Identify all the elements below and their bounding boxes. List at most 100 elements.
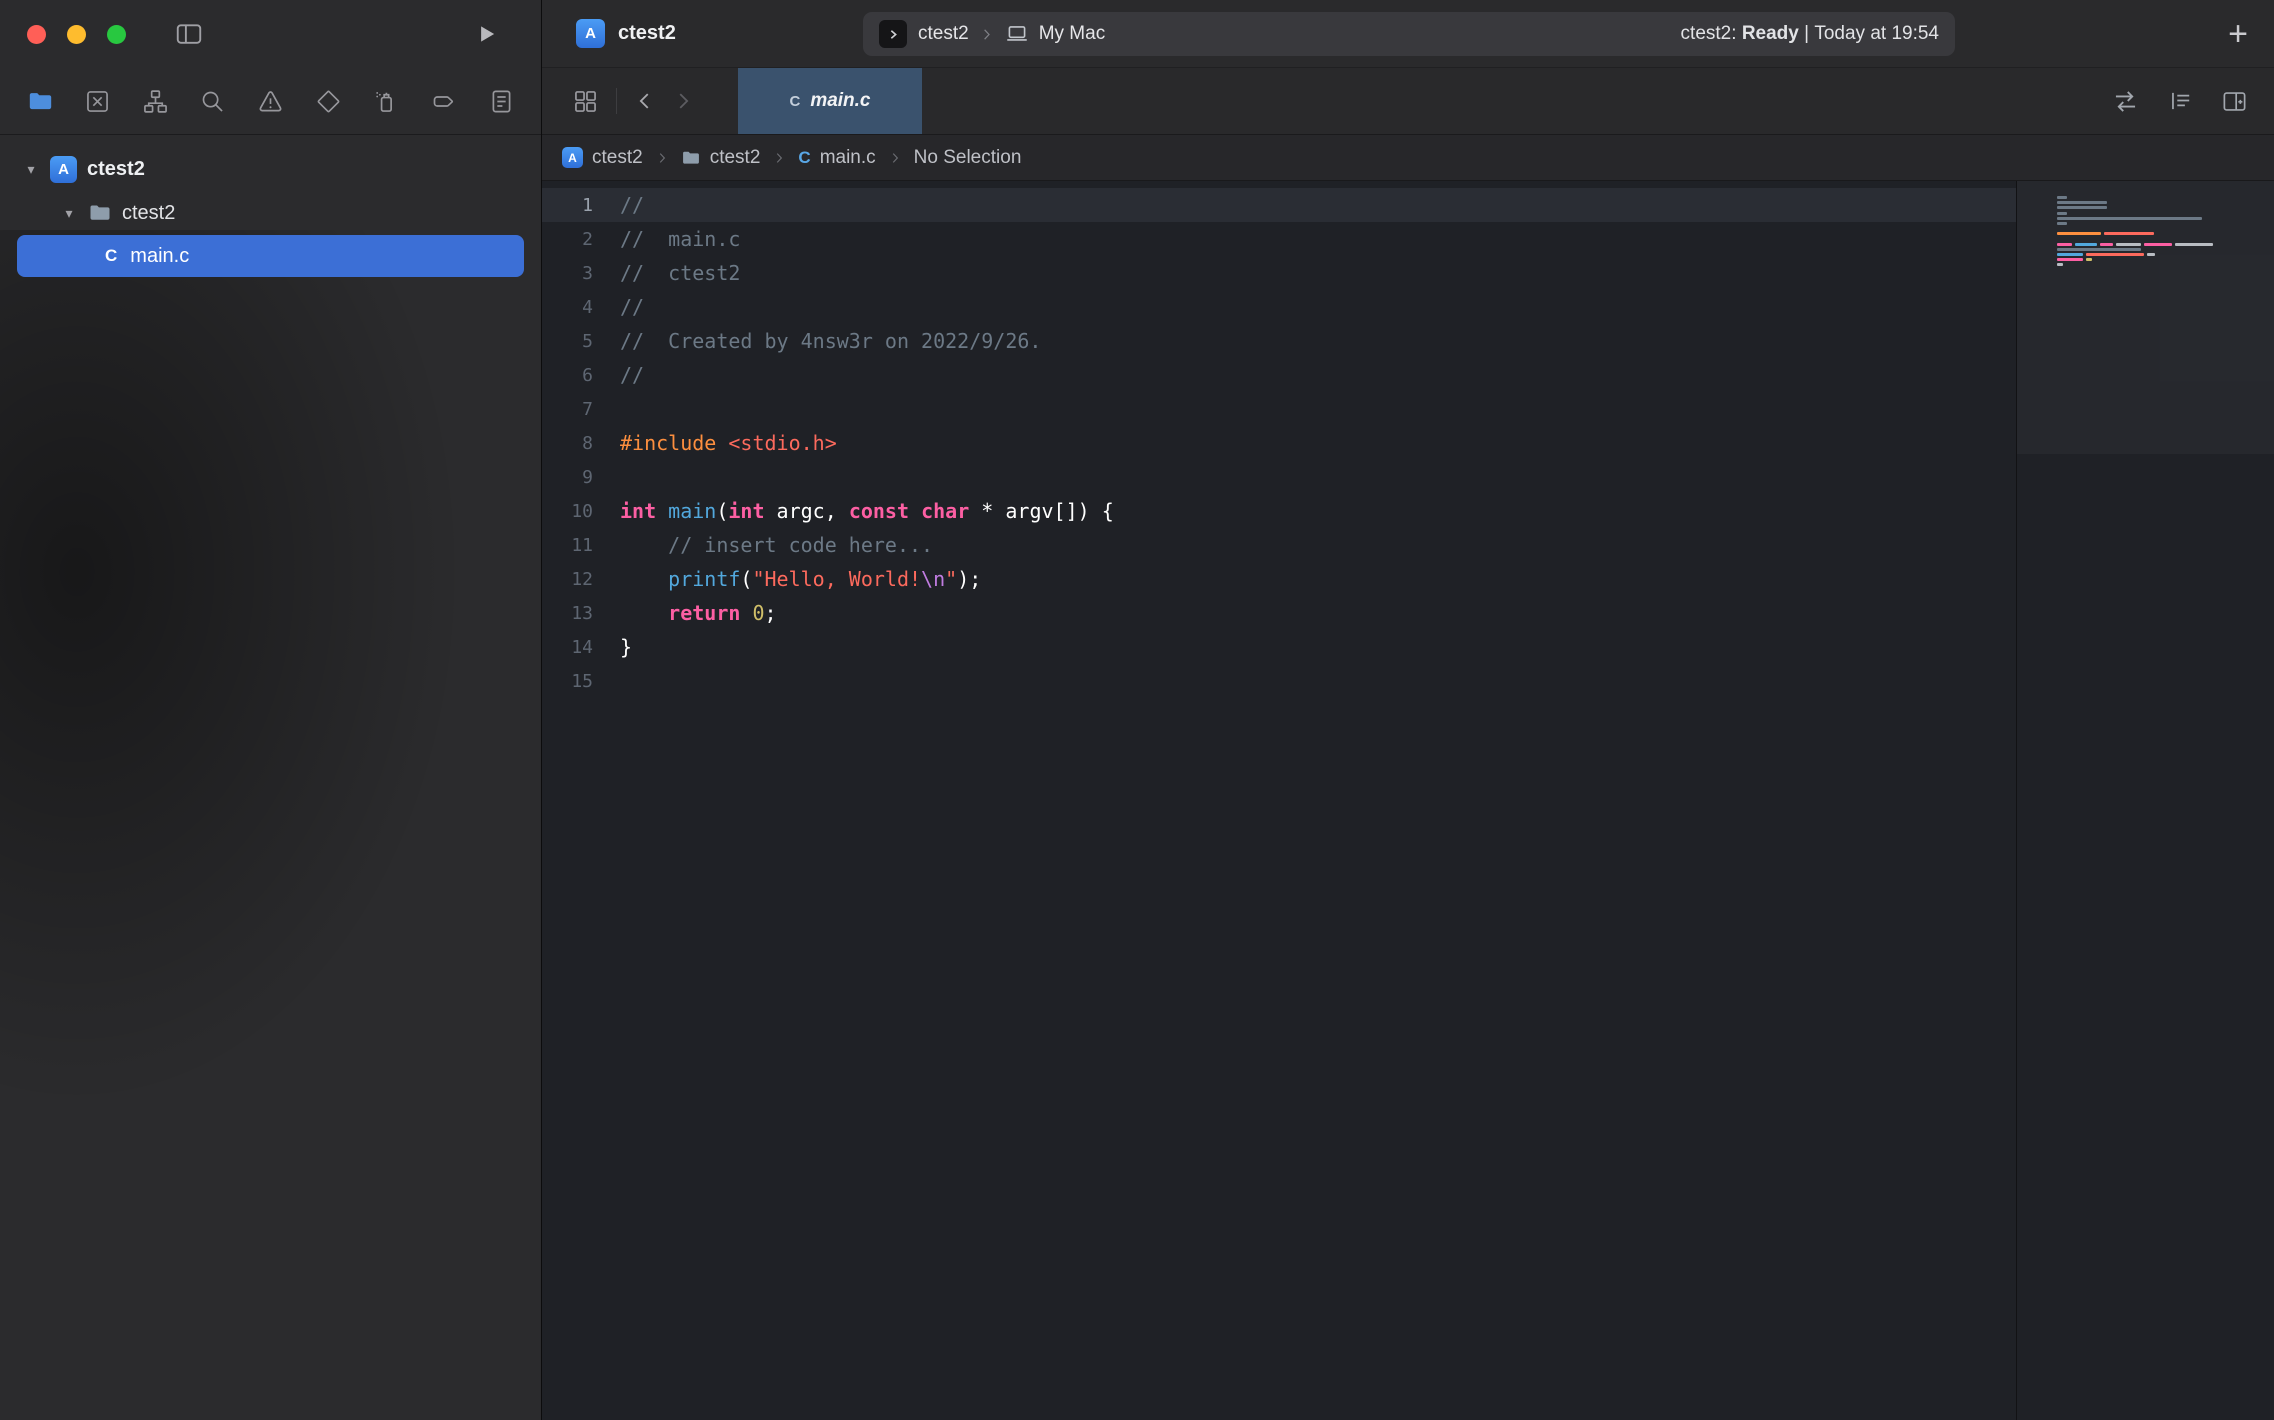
navigator-sidebar: ▾ A ctest2 ▾ ctest2 C main.c [0,0,542,1420]
code-text: // [620,193,644,217]
code-line[interactable]: 1// [542,188,2016,222]
code-line[interactable]: 7 [542,392,2016,426]
navigator-tab-project-icon[interactable] [26,87,54,115]
line-number: 14 [542,637,620,658]
line-number: 11 [542,535,620,556]
project-app-icon: A [50,156,77,183]
main-area: A ctest2 ctest2 My Mac ctest2: Ready | T… [542,0,2274,1420]
code-text: printf("Hello, World!\n"); [620,567,981,591]
editor-tab-bar: C main.c [542,68,2274,135]
code-line[interactable]: 4// [542,290,2016,324]
line-number: 12 [542,569,620,590]
toolbar: A ctest2 ctest2 My Mac ctest2: Ready | T… [542,0,2274,68]
line-number: 15 [542,671,620,692]
c-file-icon: C [798,148,810,168]
tab-bar-left-controls [542,68,710,134]
navigator-tree: ▾ A ctest2 ▾ ctest2 C main.c [0,135,541,277]
sidebar-shadow [0,230,480,1130]
folder-icon [88,201,112,225]
navigator-tab-symbols-icon[interactable] [141,87,169,115]
navigator-tab-reports-icon[interactable] [487,87,515,115]
scheme-selector[interactable]: ctest2 My Mac ctest2: Ready | Today at 1… [863,12,1955,56]
code-line[interactable]: 12 printf("Hello, World!\n"); [542,562,2016,596]
breadcrumb-selection[interactable]: No Selection [914,147,1022,169]
code-text: int main(int argc, const char * argv[]) … [620,499,1114,523]
code-line[interactable]: 6// [542,358,2016,392]
laptop-icon [1004,21,1030,47]
minimize-window-button[interactable] [67,25,86,44]
traffic-lights [27,25,126,44]
line-number: 6 [542,365,620,386]
go-forward-icon[interactable] [672,90,694,112]
project-app-icon: A [562,147,583,168]
code-text: } [620,635,632,659]
navigator-tab-find-icon[interactable] [199,87,227,115]
add-editor-icon[interactable] [2221,88,2248,115]
breadcrumb-project[interactable]: A ctest2 [562,147,643,169]
code-text: return 0; [620,601,777,625]
zoom-window-button[interactable] [107,25,126,44]
library-add-button[interactable]: + [2222,17,2254,51]
editor-tab-main-c[interactable]: C main.c [738,68,922,134]
code-text: #include <stdio.h> [620,431,837,455]
minimap[interactable] [2016,181,2274,1420]
code-text: // [620,295,644,319]
line-number: 4 [542,297,620,318]
project-app-icon: A [576,19,605,48]
tree-item-group[interactable]: ▾ ctest2 [0,191,541,235]
breadcrumb-group[interactable]: ctest2 [681,147,761,169]
navigator-tab-source-control-icon[interactable] [84,87,112,115]
tree-item-label: ctest2 [87,158,145,181]
code-line[interactable]: 10int main(int argc, const char * argv[]… [542,494,2016,528]
code-line[interactable]: 13 return 0; [542,596,2016,630]
navigator-tab-bar [0,68,541,135]
sidebar-titlebar [0,0,541,68]
activity-status: ctest2: Ready | Today at 19:54 [1681,23,1939,45]
c-file-icon: C [789,93,800,110]
line-number: 13 [542,603,620,624]
code-line[interactable]: 11 // insert code here... [542,528,2016,562]
close-window-button[interactable] [27,25,46,44]
breadcrumb-file[interactable]: C main.c [798,147,875,169]
navigator-tab-issues-icon[interactable] [257,87,285,115]
code-line[interactable]: 8#include <stdio.h> [542,426,2016,460]
minimap-lines [2057,196,2258,274]
chevron-right-icon [888,151,902,165]
tree-item-project[interactable]: ▾ A ctest2 [0,147,541,191]
code-line[interactable]: 14} [542,630,2016,664]
chevron-right-icon [772,151,786,165]
window-title: ctest2 [618,22,676,45]
code-line[interactable]: 2// main.c [542,222,2016,256]
code-text: // insert code here... [620,533,933,557]
code-line[interactable]: 9 [542,460,2016,494]
disclosure-chevron-icon[interactable]: ▾ [58,205,80,222]
line-number: 10 [542,501,620,522]
code-text: // main.c [620,227,740,251]
code-line[interactable]: 5// Created by 4nsw3r on 2022/9/26. [542,324,2016,358]
tree-item-file-selected[interactable]: C main.c [17,235,524,277]
navigator-tab-debug-icon[interactable] [372,87,400,115]
navigator-tab-tests-icon[interactable] [314,87,342,115]
disclosure-chevron-icon[interactable]: ▾ [20,161,42,178]
executable-icon [879,20,907,48]
code-review-icon[interactable] [2112,88,2139,115]
code-text: // [620,363,644,387]
line-number: 3 [542,263,620,284]
c-file-icon: C [105,246,117,266]
editor-options-icon[interactable] [2167,88,2193,114]
scheme-target[interactable]: ctest2 [918,23,969,45]
divider [616,88,617,114]
source-editor[interactable]: 1//2// main.c3// ctest24//5// Created by… [542,181,2274,1420]
line-number: 9 [542,467,620,488]
code-text: // ctest2 [620,261,740,285]
code-line[interactable]: 3// ctest2 [542,256,2016,290]
tab-bar-right-controls [2112,68,2274,134]
navigator-tab-breakpoints-icon[interactable] [429,87,457,115]
scheme-destination[interactable]: My Mac [1039,23,1106,45]
run-button[interactable] [473,21,499,47]
code-area[interactable]: 1//2// main.c3// ctest24//5// Created by… [542,181,2016,1420]
code-line[interactable]: 15 [542,664,2016,698]
go-back-icon[interactable] [634,90,656,112]
tab-overview-icon[interactable] [572,88,599,115]
sidebar-toggle-icon[interactable] [174,19,204,49]
